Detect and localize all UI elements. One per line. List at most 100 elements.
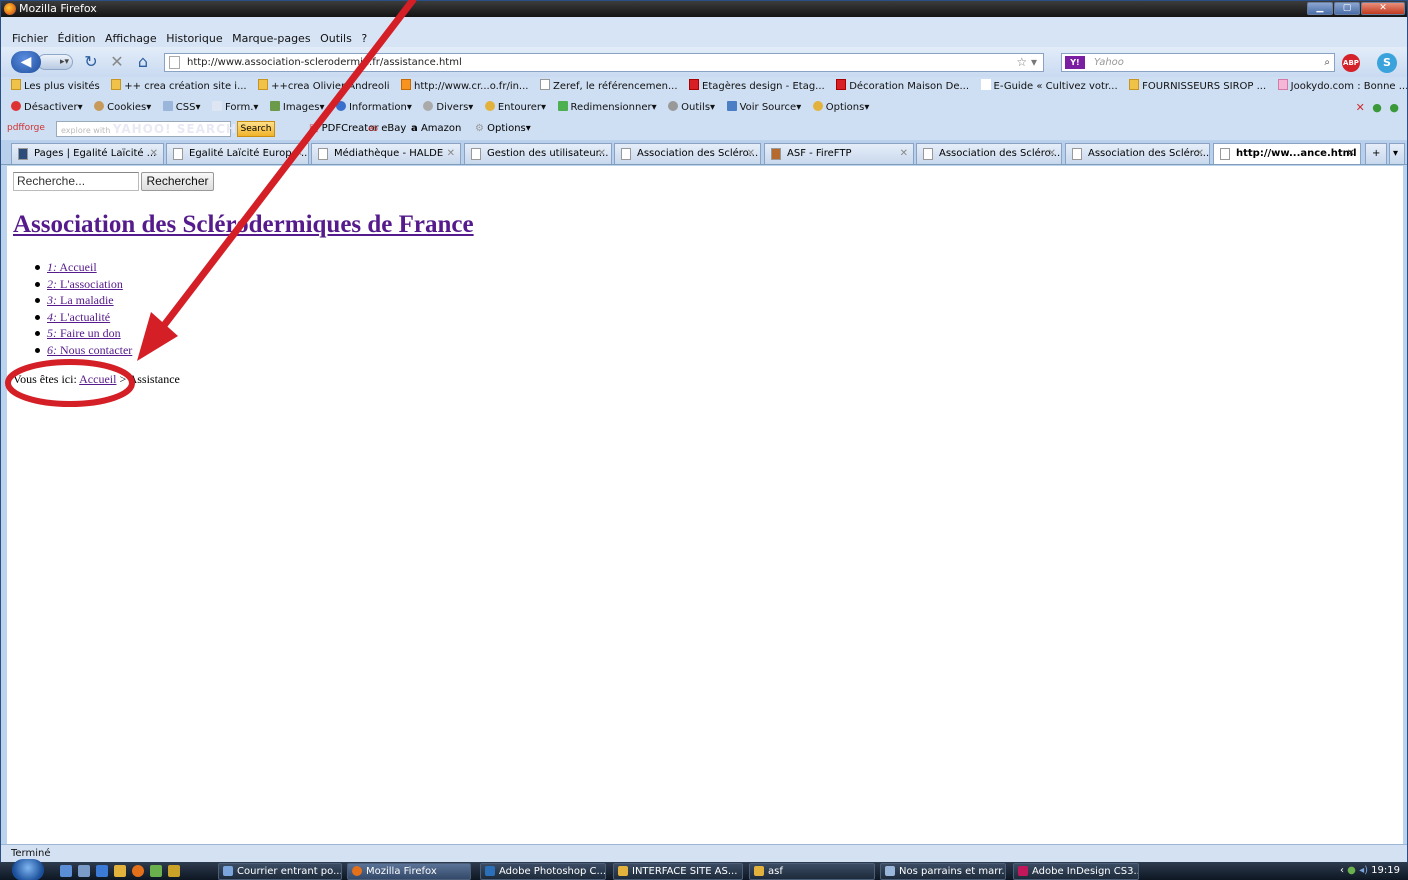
taskbar-indesign[interactable]: Adobe InDesign CS3... xyxy=(1013,863,1139,880)
tab-close-icon[interactable]: ✕ xyxy=(747,144,755,164)
tab-close-icon[interactable]: ✕ xyxy=(295,144,303,164)
tab-close-icon[interactable]: ✕ xyxy=(900,144,908,164)
home-icon[interactable]: ⌂ xyxy=(133,52,153,72)
menu-link-association[interactable]: 2: L'association xyxy=(47,277,123,291)
css-ok-icon[interactable]: ● xyxy=(1372,101,1382,114)
dev-disable-menu[interactable]: Désactiver▾ xyxy=(11,97,83,118)
ebay-button[interactable]: eb eBay xyxy=(368,118,406,140)
taskbar-photoshop[interactable]: Adobe Photoshop C... xyxy=(480,863,606,880)
menu-help[interactable]: ? xyxy=(361,32,367,45)
bookmark-star-icon[interactable]: ☆ ▾ xyxy=(1016,54,1037,71)
tab-pages-egalite[interactable]: Pages | Egalité Laïcité ... ✕ xyxy=(11,143,164,164)
minimize-button[interactable]: ▁ xyxy=(1307,2,1333,15)
bookmark-item[interactable]: ++crea Olivier Andreoli xyxy=(258,77,390,97)
error-icon[interactable]: ✕ xyxy=(1356,101,1365,114)
tray-clock[interactable]: 19:19 xyxy=(1371,865,1400,876)
menu-link-maladie[interactable]: 3: La maladie xyxy=(47,293,114,307)
tab-close-icon[interactable]: ✕ xyxy=(1048,144,1056,164)
tab-close-icon[interactable]: ✕ xyxy=(1196,144,1204,164)
close-window-button[interactable]: ✕ xyxy=(1361,2,1405,15)
ie-icon[interactable] xyxy=(96,865,108,877)
bookmark-item[interactable]: Décoration Maison De... xyxy=(836,77,969,97)
toolbar-options-button[interactable]: ⚙ Options▾ xyxy=(475,118,531,140)
taskbar-mail[interactable]: Courrier entrant po... xyxy=(218,863,342,880)
taskbar-interface-site[interactable]: INTERFACE SITE AS... xyxy=(613,863,743,880)
taskbar-asf[interactable]: asf xyxy=(749,863,875,880)
search-icon[interactable]: ⌕ xyxy=(1324,54,1330,71)
tab-egalite-europe[interactable]: Egalité Laïcité Europe ... ✕ xyxy=(166,143,309,164)
bookmark-item[interactable]: Etagères design - Etag... xyxy=(689,77,825,97)
tab-association-3[interactable]: Association des Scléro... ✕ xyxy=(1065,143,1210,164)
tab-assistance-active[interactable]: http://ww...ance.html ✕ xyxy=(1213,143,1361,164)
menu-affichage[interactable]: Affichage xyxy=(105,32,157,45)
dev-forms-menu[interactable]: Form.▾ xyxy=(212,97,258,118)
stop-icon[interactable]: ✕ xyxy=(107,52,127,72)
site-search-button[interactable]: Rechercher xyxy=(141,172,214,191)
bookmark-item[interactable]: FOURNISSEURS SIROP ... xyxy=(1129,77,1266,97)
adblock-icon[interactable]: ABP xyxy=(1342,54,1360,72)
tab-mediatheque[interactable]: Médiathèque - HALDE ✕ xyxy=(311,143,461,164)
dev-resize-menu[interactable]: Redimensionner▾ xyxy=(557,97,657,118)
forward-button[interactable]: ▸▾ xyxy=(37,54,73,70)
dev-outline-menu[interactable]: Entourer▾ xyxy=(484,97,546,118)
dev-tools-menu[interactable]: Outils▾ xyxy=(668,97,715,118)
dev-options-menu[interactable]: Options▾ xyxy=(812,97,869,118)
firefox-quicklaunch-icon[interactable] xyxy=(132,865,144,877)
tab-association-1[interactable]: Association des Scléro... ✕ xyxy=(614,143,761,164)
back-button[interactable]: ◀ xyxy=(11,51,41,73)
quicklaunch-icon[interactable] xyxy=(150,865,162,877)
bookmark-item[interactable]: ++ crea création site i... xyxy=(111,77,247,97)
switch-windows-icon[interactable] xyxy=(78,865,90,877)
new-tab-button[interactable]: + xyxy=(1365,143,1387,164)
menu-link-accueil[interactable]: 1: Accueil xyxy=(47,260,97,274)
tray-expand-icon[interactable]: ‹ xyxy=(1340,865,1344,876)
show-desktop-icon[interactable] xyxy=(60,865,72,877)
js-ok-icon[interactable]: ● xyxy=(1389,101,1399,114)
amazon-button[interactable]: a Amazon xyxy=(411,118,461,140)
dev-cookies-menu[interactable]: Cookies▾ xyxy=(94,97,151,118)
site-title-link[interactable]: Association des Sclérodermiques de Franc… xyxy=(13,211,474,239)
taskbar-firefox[interactable]: Mozilla Firefox xyxy=(347,863,471,880)
bookmark-item[interactable]: Zeref, le référencemen... xyxy=(539,77,678,97)
site-search-input[interactable]: Recherche... xyxy=(13,172,139,191)
start-button[interactable] xyxy=(12,859,44,880)
menu-fichier[interactable]: Fichier xyxy=(12,32,48,45)
quicklaunch-icon[interactable] xyxy=(168,865,180,877)
yahoo-engine-icon[interactable]: Y! xyxy=(1065,56,1085,69)
reload-icon[interactable]: ↻ xyxy=(81,52,101,72)
skype-icon[interactable]: S xyxy=(1377,53,1397,73)
menu-link-don[interactable]: 5: Faire un don xyxy=(47,326,121,340)
maximize-button[interactable]: ▢ xyxy=(1334,2,1360,15)
yahoo-search-input[interactable]: explore with YAHOO! SEARCH xyxy=(56,121,236,137)
menu-link-actualite[interactable]: 4: L'actualité xyxy=(47,310,110,324)
tab-close-icon[interactable]: ✕ xyxy=(1347,144,1355,164)
volume-icon[interactable]: ◂) xyxy=(1359,865,1368,876)
dev-information-menu[interactable]: Information▾ xyxy=(335,97,412,118)
tab-close-icon[interactable]: ✕ xyxy=(447,144,455,164)
menu-historique[interactable]: Historique xyxy=(166,32,222,45)
menu-link-contact[interactable]: 6: Nous contacter xyxy=(47,343,132,357)
dev-view-source-menu[interactable]: Voir Source▾ xyxy=(726,97,801,118)
tab-association-2[interactable]: Association des Scléro... ✕ xyxy=(916,143,1062,164)
explorer-icon[interactable] xyxy=(114,865,126,877)
tab-gestion-utilisateurs[interactable]: Gestion des utilisateur... ✕ xyxy=(464,143,612,164)
tab-fireftp[interactable]: ASF - FireFTP ✕ xyxy=(764,143,914,164)
tab-close-icon[interactable]: ✕ xyxy=(598,144,606,164)
menu-marque-pages[interactable]: Marque-pages xyxy=(232,32,310,45)
bookmark-item[interactable]: http://www.cr...o.fr/in... xyxy=(401,77,528,97)
web-search-box[interactable]: Y! Yahoo ⌕ xyxy=(1061,53,1335,72)
bookmark-item[interactable]: Jookydo.com : Bonne ... xyxy=(1277,77,1407,97)
dev-css-menu[interactable]: CSS▾ xyxy=(162,97,201,118)
taskbar-parrains[interactable]: Nos parrains et marr... xyxy=(880,863,1006,880)
tab-close-icon[interactable]: ✕ xyxy=(150,144,158,164)
bookmark-item[interactable]: E-Guide « Cultivez votr... xyxy=(980,77,1118,97)
yahoo-search-button[interactable]: Search xyxy=(237,121,275,137)
menu-outils[interactable]: Outils xyxy=(320,32,352,45)
dev-images-menu[interactable]: Images▾ xyxy=(269,97,324,118)
dev-misc-menu[interactable]: Divers▾ xyxy=(423,97,473,118)
bookmark-item[interactable]: Les plus visités xyxy=(11,77,100,97)
tab-list-button[interactable]: ▾ xyxy=(1389,143,1405,164)
menu-edition[interactable]: Édition xyxy=(57,32,95,45)
url-bar[interactable]: http://www.association-sclerodermie.fr/a… xyxy=(164,53,1044,72)
network-icon[interactable]: ● xyxy=(1347,865,1356,876)
